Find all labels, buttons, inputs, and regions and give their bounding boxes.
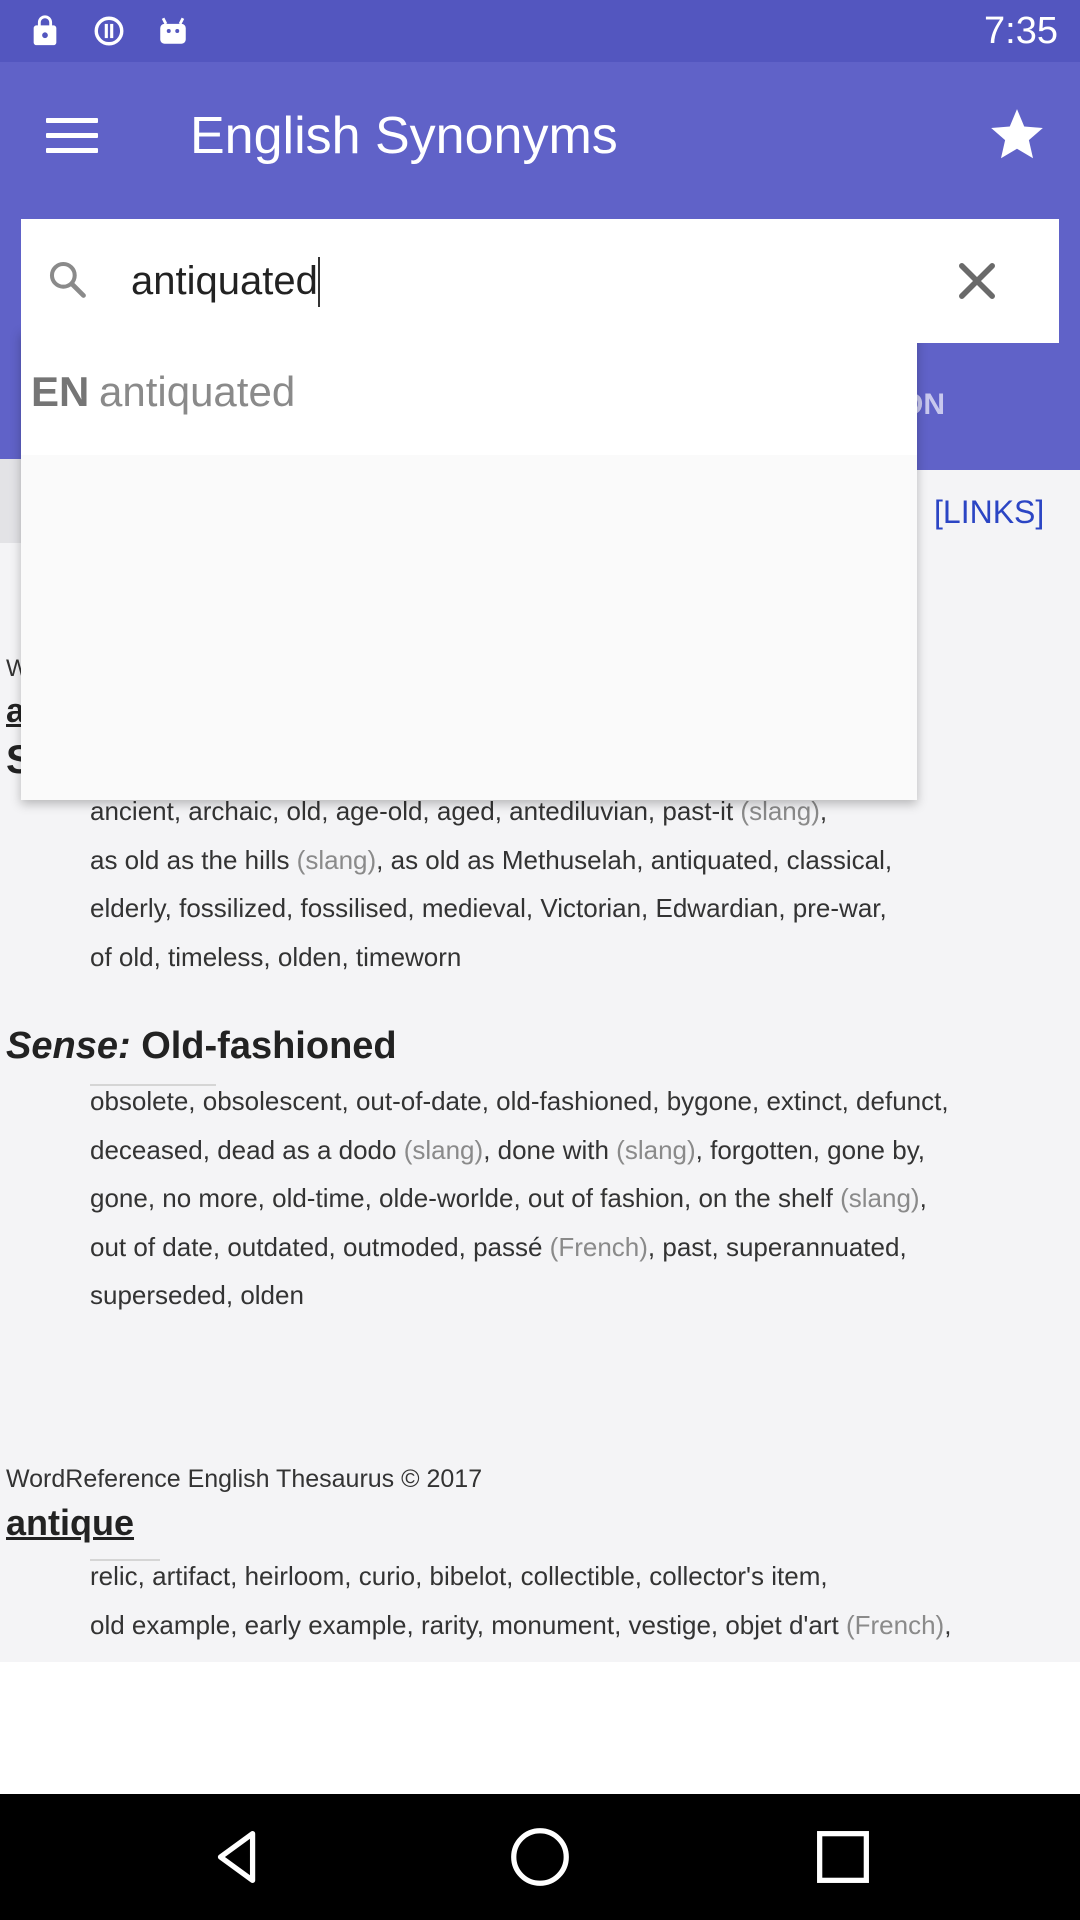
status-time: 7:35 [984, 10, 1058, 52]
synonym-text: old example, early example, rarity, monu… [90, 1609, 846, 1640]
suggestion-word: antiquated [99, 368, 296, 415]
synonym-text: deceased, dead as a dodo [90, 1134, 404, 1165]
synonym-line: superseded, olden [90, 1271, 1060, 1320]
lock-icon [33, 15, 57, 46]
entry-title[interactable]: antique [6, 1502, 134, 1544]
links-link[interactable]: [LINKS] [934, 494, 1044, 531]
synonym-line: elderly, fossilized, fossilised, medieva… [90, 884, 1060, 933]
synonym-line: as old as the hills (slang), as old as M… [90, 836, 1060, 885]
register-label: (slang) [840, 1183, 920, 1213]
synonym-text: , as old as Methuselah, antiquated, clas… [376, 844, 893, 875]
register-label: (slang) [616, 1134, 696, 1165]
suggestion-item[interactable]: EN antiquated [21, 330, 917, 455]
synonym-text: out of date, outdated, outmoded, passé [90, 1231, 550, 1262]
synonym-line: obsolete, obsolescent, out-of-date, old-… [90, 1077, 1060, 1126]
navigation-bar [0, 1794, 1080, 1920]
synonym-text: , [819, 796, 828, 826]
status-bar: 7:35 [0, 0, 1080, 62]
synonym-text: relic, artifact, heirloom, curio, bibelo… [90, 1561, 828, 1591]
synonym-list: ancient, archaic, old, age-old, aged, an… [90, 787, 1060, 981]
register-label: (slang) [740, 796, 820, 826]
data-saver-icon [94, 16, 124, 46]
synonym-line: out of date, outdated, outmoded, passé (… [90, 1223, 1060, 1272]
register-label: (French) [845, 1609, 945, 1640]
synonym-line: gone, no more, old-time, olde-worlde, ou… [90, 1174, 1060, 1223]
source-credit: WordReference English Thesaurus © 2017 [6, 1465, 483, 1493]
sense-label: Sense: [6, 1025, 131, 1067]
synonym-text: , [919, 1183, 927, 1213]
close-icon[interactable] [951, 255, 1003, 307]
home-icon[interactable] [505, 1822, 575, 1892]
suggestion-dropdown: EN antiquated [21, 330, 917, 800]
synonym-line: relic, artifact, heirloom, curio, bibelo… [90, 1552, 1060, 1601]
synonym-text: ancient, archaic, old, age-old, aged, an… [90, 796, 741, 826]
app-title: English Synonyms [190, 107, 618, 165]
bottom-blank-area [0, 1662, 1080, 1794]
synonym-text: elderly, fossilized, fossilised, medieva… [90, 893, 887, 923]
android-icon [160, 17, 186, 44]
sense-heading: Sense: Old-fashioned [6, 1025, 397, 1068]
synonym-list: relic, artifact, heirloom, curio, bibelo… [90, 1552, 1060, 1649]
text-cursor [318, 257, 320, 307]
synonym-line: of old, timeless, olden, timeworn [90, 933, 1060, 982]
star-icon[interactable] [986, 104, 1048, 166]
synonym-text: obsolete, obsolescent, out-of-date, old-… [90, 1086, 949, 1116]
synonym-line: old example, early example, rarity, monu… [90, 1601, 1060, 1650]
synonym-line: deceased, dead as a dodo (slang), done w… [90, 1126, 1060, 1175]
register-label: (French) [549, 1231, 648, 1262]
synonym-text: superseded, olden [90, 1280, 304, 1310]
search-input[interactable] [131, 249, 931, 313]
synonym-text: , done with [483, 1134, 617, 1165]
search-bar [21, 219, 1059, 343]
synonym-text: , past, superannuated, [647, 1231, 907, 1262]
synonym-text: , [944, 1609, 952, 1640]
synonym-text: of old, timeless, olden, timeworn [90, 941, 462, 972]
synonym-text: , forgotten, gone by, [695, 1134, 925, 1165]
back-icon[interactable] [203, 1822, 273, 1892]
synonym-list: obsolete, obsolescent, out-of-date, old-… [90, 1077, 1060, 1320]
register-label: (slang) [296, 844, 377, 875]
synonym-text: as old as the hills [90, 844, 297, 875]
synonym-text: gone, no more, old-time, olde-worlde, ou… [90, 1183, 841, 1213]
suggestion-lang: EN [31, 368, 90, 415]
search-icon [49, 261, 86, 298]
hamburger-menu-icon[interactable] [46, 118, 98, 154]
recents-icon[interactable] [808, 1822, 878, 1892]
sense-value: Old-fashioned [141, 1025, 397, 1067]
register-label: (slang) [403, 1134, 484, 1165]
